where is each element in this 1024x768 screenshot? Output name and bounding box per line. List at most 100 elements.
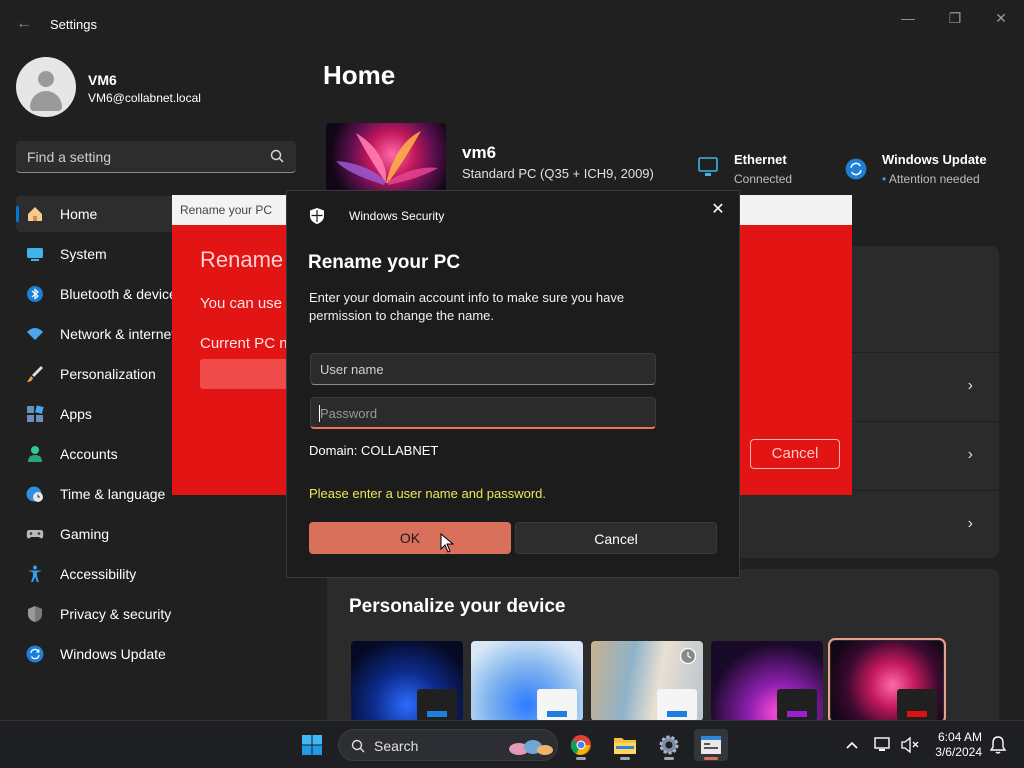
sidebar-item-label: System bbox=[60, 246, 107, 262]
chevron-right-icon: › bbox=[967, 377, 973, 394]
chevron-up-icon[interactable] bbox=[845, 738, 859, 752]
sidebar-item-label: Apps bbox=[60, 406, 92, 422]
close-button[interactable]: ✕ bbox=[986, 8, 1016, 28]
network-icon bbox=[27, 328, 43, 340]
avatar[interactable] bbox=[16, 57, 76, 117]
device-name: vm6 bbox=[462, 143, 497, 162]
theme-option-3[interactable] bbox=[591, 641, 703, 721]
username-input[interactable]: User name bbox=[310, 353, 656, 385]
username-placeholder: User name bbox=[320, 362, 384, 377]
network-icon[interactable] bbox=[873, 736, 893, 754]
theme-option-4[interactable] bbox=[711, 641, 823, 721]
shield-icon bbox=[310, 208, 324, 224]
new-pc-name-input[interactable] bbox=[200, 359, 290, 389]
device-wallpaper-thumbnail bbox=[326, 123, 446, 193]
sidebar-item-label: Accounts bbox=[60, 446, 118, 462]
theme-option-2[interactable] bbox=[471, 641, 583, 721]
dialog-description: Enter your domain account info to make s… bbox=[309, 290, 625, 323]
slideshow-icon bbox=[679, 647, 697, 665]
taskbar-search[interactable]: Search bbox=[338, 729, 558, 761]
taskbar-chrome[interactable] bbox=[564, 729, 598, 761]
ethernet-icon bbox=[698, 157, 718, 176]
taskbar-date: 3/6/2024 bbox=[935, 745, 982, 759]
gamepad-icon bbox=[26, 530, 44, 539]
sidebar-item-windows-update[interactable]: Windows Update bbox=[16, 636, 296, 672]
rename-dialog-title: Rename bbox=[200, 247, 284, 272]
update-icon bbox=[845, 158, 867, 180]
page-title: Home bbox=[323, 60, 396, 90]
cancel-button[interactable]: Cancel bbox=[515, 522, 717, 554]
password-input[interactable]: Password bbox=[310, 397, 656, 429]
rename-dialog-text: You can use a bbox=[200, 295, 295, 312]
shield-icon bbox=[28, 606, 42, 622]
app-title: Settings bbox=[50, 17, 97, 32]
start-button[interactable] bbox=[295, 729, 329, 761]
theme-option-1[interactable] bbox=[351, 641, 463, 721]
text-caret bbox=[319, 405, 320, 422]
domain-label: Domain: COLLABNET bbox=[309, 443, 439, 458]
windows-logo-icon bbox=[302, 735, 322, 755]
bluetooth-icon bbox=[27, 286, 43, 302]
dialog-title: Rename your PC bbox=[308, 252, 461, 273]
find-setting-input[interactable]: Find a setting bbox=[16, 141, 296, 173]
taskbar-clock[interactable]: 6:04 AM 3/6/2024 bbox=[930, 730, 982, 760]
windows-security-dialog: Windows Security ✕ Rename your PC Enter … bbox=[286, 190, 740, 578]
theme-option-5-selected[interactable] bbox=[828, 638, 946, 724]
notification-bell-icon[interactable] bbox=[989, 735, 1007, 755]
sidebar-item-label: Windows Update bbox=[60, 646, 166, 662]
taskbar-time: 6:04 AM bbox=[937, 730, 982, 744]
brush-icon bbox=[27, 366, 43, 382]
control-panel-icon bbox=[701, 736, 721, 754]
restore-button[interactable]: ❐ bbox=[940, 8, 970, 28]
system-icon bbox=[27, 248, 43, 261]
rename-dialog-header-title: Rename your PC bbox=[180, 203, 273, 217]
gear-icon bbox=[659, 735, 679, 755]
search-placeholder: Find a setting bbox=[27, 149, 112, 165]
clock-globe-icon bbox=[26, 486, 43, 502]
windows-update-title: Windows Update bbox=[882, 152, 987, 167]
taskbar-file-explorer[interactable] bbox=[608, 729, 642, 761]
apps-icon bbox=[27, 405, 44, 422]
sidebar-item-label: Time & language bbox=[60, 486, 166, 502]
chevron-right-icon: › bbox=[967, 515, 973, 532]
personalize-title: Personalize your device bbox=[349, 596, 566, 617]
rename-cancel-button[interactable]: Cancel bbox=[750, 439, 840, 469]
sidebar-item-label: Personalization bbox=[60, 366, 156, 382]
password-placeholder: Password bbox=[320, 406, 378, 421]
chevron-right-icon: › bbox=[967, 446, 973, 463]
sidebar-item-gaming[interactable]: Gaming bbox=[16, 516, 296, 552]
taskbar-search-label: Search bbox=[374, 738, 419, 754]
ethernet-state: Connected bbox=[734, 172, 793, 186]
ethernet-title: Ethernet bbox=[734, 152, 787, 167]
back-button[interactable]: ← bbox=[14, 14, 34, 34]
folder-icon bbox=[614, 738, 636, 754]
sidebar-item-accessibility[interactable]: Accessibility bbox=[16, 556, 296, 592]
sidebar-item-label: Home bbox=[60, 206, 98, 222]
accounts-icon bbox=[28, 446, 42, 462]
minimize-button[interactable]: — bbox=[893, 8, 923, 28]
sidebar-item-label: Accessibility bbox=[60, 566, 137, 582]
sidebar-item-label: Network & internet bbox=[60, 326, 176, 342]
status-dot: • bbox=[882, 172, 887, 186]
close-icon[interactable]: ✕ bbox=[707, 199, 729, 221]
mouse-cursor-icon bbox=[440, 533, 454, 553]
current-pc-name-label: Current PC n bbox=[200, 335, 288, 352]
update-icon bbox=[26, 645, 44, 663]
title-bar: ← Settings — ❐ ✕ bbox=[0, 0, 1024, 48]
volume-muted-icon[interactable] bbox=[900, 736, 920, 754]
ok-button[interactable]: OK bbox=[309, 522, 511, 554]
dialog-header-title: Windows Security bbox=[349, 209, 445, 223]
accessibility-icon bbox=[28, 565, 42, 582]
search-icon[interactable] bbox=[270, 149, 284, 163]
validation-warning: Please enter a user name and password. bbox=[309, 486, 547, 501]
sidebar-item-privacy-security[interactable]: Privacy & security bbox=[16, 596, 296, 632]
active-indicator bbox=[16, 206, 19, 222]
sidebar-item-label: Bluetooth & devices bbox=[60, 286, 184, 302]
taskbar: Search 6:04 AM 3/6/2024 bbox=[0, 720, 1024, 768]
taskbar-active-app[interactable] bbox=[694, 729, 728, 761]
sidebar-item-label: Gaming bbox=[60, 526, 110, 542]
windows-update-state: • Attention needed bbox=[882, 172, 980, 186]
taskbar-settings[interactable] bbox=[652, 729, 686, 761]
search-icon bbox=[351, 739, 365, 753]
user-name: VM6 bbox=[88, 72, 117, 88]
